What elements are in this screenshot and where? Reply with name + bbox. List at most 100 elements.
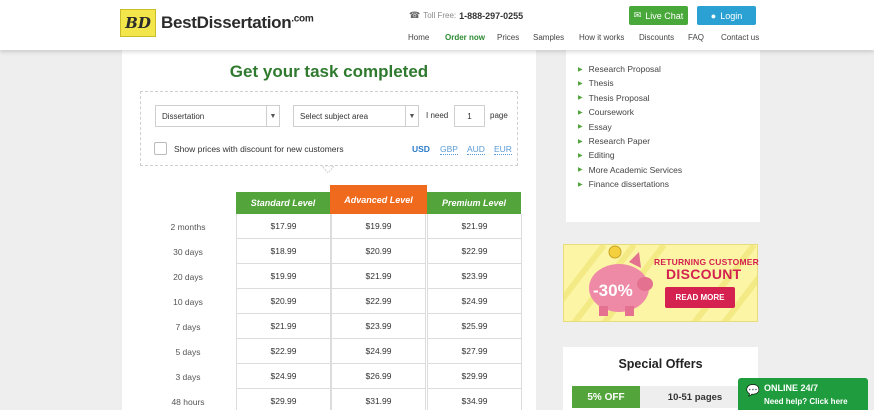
sidebar-service-link[interactable]: ▶ Thesis (578, 78, 614, 88)
currency-usd[interactable]: USD (412, 144, 430, 154)
sidebar-service-label: Essay (588, 121, 612, 132)
site-header: BD BestDissertation.com ☎ Toll Free: 1-8… (0, 0, 874, 50)
nav-home[interactable]: Home (408, 33, 429, 42)
price-cell[interactable]: $24.99 (427, 289, 522, 314)
deadline-label: 2 months (170, 222, 206, 232)
sidebar-service-label: Coursework (588, 107, 634, 118)
deadline-label: 5 days (175, 347, 201, 357)
discount-checkbox-label[interactable]: Show prices with discount for new custom… (174, 144, 344, 154)
sidebar-service-label: Finance dissertations (588, 179, 669, 190)
deadline-label: 48 hours (171, 397, 205, 407)
order-form-box (140, 91, 518, 166)
deadline-label: 30 days (173, 247, 203, 257)
deadline-label: 10 days (173, 297, 203, 307)
sidebar-service-label: More Academic Services (588, 164, 683, 175)
price-cell[interactable]: $22.99 (427, 239, 522, 264)
nav-how-it-works[interactable]: How it works (579, 33, 624, 42)
currency-aud[interactable]: AUD (467, 144, 485, 155)
page-label: page (490, 111, 508, 120)
sidebar-service-link[interactable]: ▶ Essay (578, 122, 612, 132)
sidebar-service-link[interactable]: ▶ Thesis Proposal (578, 93, 650, 103)
price-cell[interactable]: $25.99 (427, 314, 522, 339)
sidebar-service-label: Research Proposal (588, 64, 661, 74)
deadline-label: 3 days (175, 372, 201, 382)
price-cell[interactable]: $21.99 (236, 314, 331, 339)
price-cell[interactable]: $23.99 (331, 314, 426, 339)
price-cell[interactable]: $34.99 (427, 389, 522, 410)
sidebar-service-link[interactable]: ▶ Coursework (578, 107, 634, 117)
arrow-right-icon: ▶ (578, 138, 583, 145)
online-chat-widget[interactable]: 💬 ONLINE 24/7 Need help? Click here (738, 378, 868, 410)
discount-percent: -30% (593, 281, 633, 300)
nav-contact-us[interactable]: Contact us (721, 33, 759, 42)
sidebar-service-link[interactable]: ▶ Research Proposal (578, 64, 661, 74)
price-cell[interactable]: $19.99 (331, 214, 426, 239)
online-subtitle: Need help? Click here (764, 397, 848, 406)
piggy-bank-icon: -30% (589, 245, 653, 316)
sidebar-service-label: Thesis (588, 78, 614, 89)
price-cell[interactable]: $24.99 (236, 364, 331, 389)
subject-area-select[interactable]: Select subject area ▼ (293, 105, 419, 127)
price-cell[interactable]: $20.99 (236, 289, 331, 314)
discount-label: DISCOUNT (666, 266, 742, 282)
price-cell[interactable]: $27.99 (427, 339, 522, 364)
arrow-right-icon: ▶ (578, 181, 583, 188)
live-chat-button[interactable]: ✉ Live Chat (629, 6, 688, 25)
price-cell[interactable]: $22.99 (331, 289, 426, 314)
nav-discounts[interactable]: Discounts (639, 33, 674, 42)
price-cell[interactable]: $18.99 (236, 239, 331, 264)
level-header-standard[interactable]: Standard Level (236, 192, 330, 214)
special-offers-title: Special Offers (618, 357, 703, 371)
nav-faq[interactable]: FAQ (688, 33, 704, 42)
read-more-button[interactable]: READ MORE (665, 287, 735, 308)
price-cell[interactable]: $23.99 (427, 264, 522, 289)
sidebar-service-label: Editing (588, 150, 615, 161)
offer-pages: 10-51 pages (640, 386, 750, 408)
price-cell[interactable]: $21.99 (331, 264, 426, 289)
price-cell[interactable]: $26.99 (331, 364, 426, 389)
currency-eur[interactable]: EUR (494, 144, 512, 155)
chevron-down-icon: ▼ (266, 106, 279, 126)
discount-checkbox[interactable] (154, 142, 167, 155)
nav-prices[interactable]: Prices (497, 33, 519, 42)
nav-samples[interactable]: Samples (533, 33, 564, 42)
currency-gbp[interactable]: GBP (440, 144, 458, 155)
nav-order-now[interactable]: Order now (445, 33, 485, 42)
sidebar-service-link[interactable]: ▶ Editing (578, 150, 615, 160)
pages-input[interactable]: 1 (454, 105, 485, 127)
price-cell[interactable]: $21.99 (427, 214, 522, 239)
price-cell[interactable]: $17.99 (236, 214, 331, 239)
level-header-premium[interactable]: Premium Level (427, 192, 521, 214)
arrow-right-icon: ▶ (578, 152, 583, 159)
sidebar-service-label: Research Paper (588, 136, 651, 146)
document-type-select[interactable]: Dissertation ▼ (155, 105, 280, 127)
sidebar-service-link[interactable]: ▶ More Academic Services (578, 165, 682, 175)
chat-icon: 💬 (746, 385, 760, 397)
arrow-right-icon: ▶ (578, 124, 583, 131)
arrow-right-icon: ▶ (578, 80, 583, 87)
sidebar-service-link[interactable]: ▶ Research Paper (578, 136, 650, 146)
login-button[interactable]: ● Login (697, 6, 756, 25)
phone-icon: ☎ (409, 10, 421, 20)
price-cell[interactable]: $20.99 (331, 239, 426, 264)
arrow-right-icon: ▶ (578, 167, 583, 174)
user-icon: ● (710, 10, 717, 21)
deadline-label: 7 days (175, 322, 201, 332)
price-cell[interactable]: $29.99 (427, 364, 522, 389)
price-cell[interactable]: $24.99 (331, 339, 426, 364)
deadline-label: 20 days (173, 272, 203, 282)
sidebar-service-link[interactable]: ▶ Finance dissertations (578, 179, 669, 189)
phone-number[interactable]: 1-888-297-0255 (459, 11, 523, 21)
main-nav: Home Order now Prices Samples How it wor… (0, 33, 874, 45)
online-title: ONLINE 24/7 (764, 383, 819, 393)
price-cell[interactable]: $29.99 (236, 389, 331, 410)
i-need-label: I need (426, 111, 449, 120)
chat-bubble-icon: ✉ (633, 10, 642, 20)
phone-label: Toll Free: (423, 11, 457, 20)
logo-text: BestDissertation.com (161, 13, 314, 32)
price-cell[interactable]: $22.99 (236, 339, 331, 364)
price-cell[interactable]: $19.99 (236, 264, 331, 289)
level-header-advanced[interactable]: Advanced Level (330, 185, 427, 214)
price-cell[interactable]: $31.99 (331, 389, 426, 410)
arrow-right-icon: ▶ (578, 109, 583, 116)
